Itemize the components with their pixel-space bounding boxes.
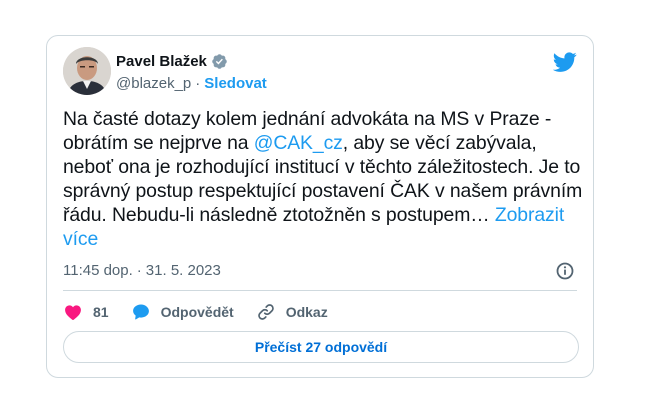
divider xyxy=(63,290,577,291)
avatar[interactable] xyxy=(63,47,111,95)
likes-count: 81 xyxy=(93,304,109,320)
author-handle-row: @blazek_p · Sledovat xyxy=(116,75,267,92)
tweet-text: Na časté dotazy kolem jednání advokáta n… xyxy=(63,107,583,251)
mention-link[interactable]: @CAK_cz xyxy=(254,132,343,154)
read-replies-button[interactable]: Přečíst 27 odpovědí xyxy=(63,331,579,363)
action-bar: 81 Odpovědět Odkaz xyxy=(63,300,350,324)
author-handle[interactable]: @blazek_p xyxy=(116,75,191,92)
link-icon xyxy=(257,304,274,320)
tweet-card: Pavel Blažek @blazek_p · Sledovat Na čas… xyxy=(46,35,594,378)
heart-icon xyxy=(65,305,81,320)
like-button[interactable]: 81 xyxy=(63,302,109,322)
handle-separator: · xyxy=(195,75,201,92)
reply-button[interactable]: Odpovědět xyxy=(131,302,234,322)
info-icon[interactable] xyxy=(555,261,575,281)
reply-label: Odpovědět xyxy=(160,304,234,320)
author-name-row: Pavel Blažek xyxy=(116,53,228,70)
tweet-timestamp[interactable]: 11:45 dop. · 31. 5. 2023 xyxy=(63,262,221,279)
copy-link-button[interactable]: Odkaz xyxy=(256,302,328,322)
speech-bubble-icon xyxy=(132,304,149,320)
link-label: Odkaz xyxy=(285,304,328,320)
twitter-bird-icon[interactable] xyxy=(552,50,577,74)
author-name[interactable]: Pavel Blažek xyxy=(116,53,207,70)
tweet-date[interactable]: 31. 5. 2023 xyxy=(146,262,221,279)
tweet-time[interactable]: 11:45 dop. xyxy=(63,262,133,279)
avatar-portrait-icon xyxy=(63,47,111,95)
follow-button[interactable]: Sledovat xyxy=(204,75,267,92)
meta-separator: · xyxy=(136,262,142,279)
verified-badge-icon xyxy=(211,53,228,70)
